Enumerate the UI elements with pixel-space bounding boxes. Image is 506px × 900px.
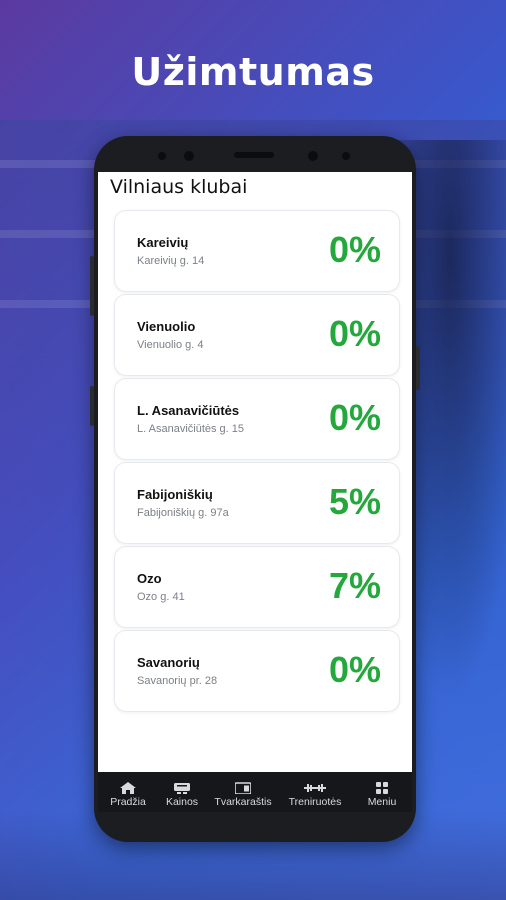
club-occupancy: 0% — [328, 649, 381, 690]
nav-item-workouts[interactable]: Treniruotės — [284, 772, 346, 812]
nav-item-menu[interactable]: Meniu — [356, 772, 408, 812]
club-address: L. Asanavičiūtės g. 15 — [137, 423, 245, 435]
club-occupancy: 0% — [328, 313, 381, 354]
club-name: Fabijoniškių — [137, 487, 213, 502]
bixby-button — [90, 386, 94, 426]
club-occupancy: 7% — [328, 565, 381, 606]
club-card[interactable]: Savanorių Savanorių pr. 28 0% — [114, 630, 400, 712]
nav-label: Meniu — [367, 796, 397, 808]
club-address: Savanorių pr. 28 — [137, 675, 218, 687]
club-address: Kareivių g. 14 — [137, 255, 205, 267]
screen-title: Vilniaus klubai — [110, 176, 248, 198]
club-occupancy: 0% — [328, 397, 381, 438]
sensor-icon — [184, 151, 194, 161]
nav-item-schedule[interactable]: Tvarkaraštis — [210, 772, 276, 812]
earpiece-speaker — [234, 152, 274, 158]
sensor-icon — [342, 152, 350, 160]
grid-icon — [376, 782, 388, 794]
club-occupancy: 0% — [328, 229, 381, 270]
phone-frame: Vilniaus klubai Kareivių Kareivių g. 14 … — [90, 136, 420, 842]
nav-label: Treniruotės — [288, 796, 342, 808]
nav-label: Pradžia — [110, 796, 146, 808]
nav-label: Tvarkaraštis — [214, 796, 272, 808]
club-occupancy: 5% — [328, 481, 381, 522]
club-card[interactable]: L. Asanavičiūtės L. Asanavičiūtės g. 15 … — [114, 378, 400, 460]
club-name: Savanorių — [137, 655, 200, 670]
nav-item-prices[interactable]: Kainos — [156, 772, 208, 812]
nav-item-home[interactable]: Pradžia — [102, 772, 154, 812]
club-card[interactable]: Fabijoniškių Fabijoniškių g. 97a 5% — [114, 462, 400, 544]
club-name: Ozo — [137, 571, 162, 586]
page-headline: Užimtumas — [131, 50, 375, 94]
club-card[interactable]: Ozo Ozo g. 41 7% — [114, 546, 400, 628]
club-name: Vienuolio — [137, 319, 196, 334]
front-camera-icon — [308, 151, 318, 161]
nav-label: Kainos — [165, 796, 199, 808]
club-card[interactable]: Vienuolio Vienuolio g. 4 0% — [114, 294, 400, 376]
club-name: L. Asanavičiūtės — [137, 403, 240, 418]
club-card[interactable]: Kareivių Kareivių g. 14 0% — [114, 210, 400, 292]
club-address: Fabijoniškių g. 97a — [137, 507, 229, 519]
sensor-icon — [158, 152, 166, 160]
club-address: Ozo g. 41 — [137, 591, 185, 603]
schedule-icon — [235, 782, 251, 794]
app-screen: Vilniaus klubai Kareivių Kareivių g. 14 … — [98, 172, 412, 812]
club-address: Vienuolio g. 4 — [137, 339, 204, 351]
ticket-icon — [174, 783, 190, 794]
power-button — [416, 346, 420, 390]
bottom-navigation: Pradžia Kainos Tvarkaraštis Treniruotės … — [98, 772, 412, 812]
volume-button — [90, 256, 94, 316]
club-name: Kareivių — [137, 235, 189, 250]
home-icon — [120, 782, 136, 794]
dumbbell-icon — [304, 784, 326, 792]
